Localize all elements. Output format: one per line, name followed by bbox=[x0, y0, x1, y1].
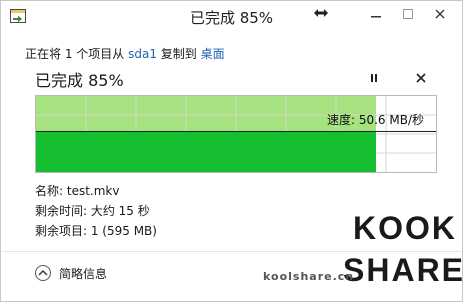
items-remaining: 剩余项目: 1 (595 MB) bbox=[35, 224, 157, 238]
status-middle: 复制到 bbox=[160, 47, 197, 61]
resize-arrows-icon[interactable] bbox=[313, 7, 329, 19]
progress-headline: 已完成 85% bbox=[35, 71, 124, 90]
file-name: 名称: test.mkv bbox=[35, 184, 120, 198]
throughput-area bbox=[36, 131, 376, 172]
transfer-speed-graph: 速度: 50.6 MB/秒 bbox=[35, 95, 437, 173]
chevron-up-icon bbox=[35, 265, 51, 281]
window-title: 已完成 85% bbox=[189, 9, 274, 27]
watermark-brand-top: KOOK bbox=[353, 210, 457, 246]
fewer-details-toggle[interactable]: 简略信息 bbox=[35, 263, 107, 283]
close-icon[interactable] bbox=[431, 7, 449, 21]
footer-divider bbox=[2, 251, 461, 252]
watermark: KOOK SHARE koolshare.cn bbox=[259, 206, 463, 298]
pause-icon[interactable] bbox=[367, 71, 381, 85]
toggle-label: 简略信息 bbox=[59, 266, 108, 281]
minimize-icon[interactable] bbox=[367, 7, 385, 21]
copy-progress-window: 已完成 85% 正在将 1 个项目从 sda1 复制到 桌面 已完成 85% 速… bbox=[0, 0, 463, 302]
source-link[interactable]: sda1 bbox=[128, 47, 157, 61]
watermark-site: koolshare.cn bbox=[263, 270, 355, 283]
time-remaining: 剩余时间: 大约 15 秒 bbox=[35, 204, 150, 218]
title-bar[interactable]: 已完成 85% bbox=[1, 1, 462, 33]
status-prefix: 正在将 1 个项目从 bbox=[25, 47, 125, 61]
cancel-copy-icon[interactable] bbox=[414, 71, 428, 85]
copy-status-line: 正在将 1 个项目从 sda1 复制到 桌面 bbox=[25, 45, 225, 62]
watermark-brand-bottom: SHARE bbox=[343, 252, 463, 288]
speed-label: 速度: 50.6 MB/秒 bbox=[326, 113, 424, 127]
current-speed-line bbox=[36, 131, 436, 132]
destination-link[interactable]: 桌面 bbox=[201, 47, 225, 61]
maximize-icon[interactable] bbox=[399, 7, 417, 21]
